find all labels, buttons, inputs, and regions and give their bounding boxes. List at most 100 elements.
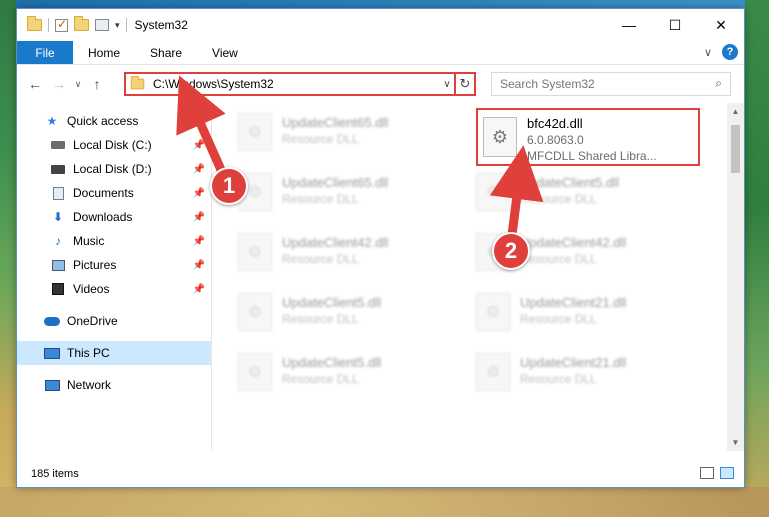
forward-button[interactable]: → — [47, 76, 71, 92]
file-name: bfc42d.dll — [527, 116, 583, 131]
videos-icon — [49, 282, 67, 296]
help-icon[interactable]: ? — [722, 44, 738, 60]
list-item[interactable]: ⚙ UpdateClient42.dll Resource DLL — [238, 229, 468, 281]
tab-file[interactable]: File — [17, 41, 73, 64]
file-name: UpdateClient5.dll — [282, 295, 382, 310]
scroll-up-icon[interactable]: ▲ — [727, 107, 744, 116]
list-item[interactable]: ⚙ UpdateClient5.dll Resource DLL — [476, 169, 706, 221]
new-folder-icon[interactable] — [74, 16, 89, 31]
sidebar-item-label: Music — [73, 234, 105, 248]
drive-icon — [49, 138, 67, 152]
view-toggle — [700, 467, 734, 479]
details-view-icon[interactable] — [700, 467, 714, 479]
file-name: UpdateClient65.dll — [282, 175, 389, 190]
file-description: MFCDLL Shared Libra... — [527, 149, 657, 163]
refresh-button[interactable]: ↻ — [454, 72, 476, 96]
file-type: Resource DLL — [520, 372, 597, 386]
sidebar-item-label: Network — [67, 378, 112, 392]
up-button[interactable]: ↑ — [85, 76, 109, 92]
pin-icon[interactable]: 📌 — [193, 212, 205, 223]
search-input[interactable]: Search System32 ⌕ — [491, 72, 731, 96]
pin-icon[interactable]: 📌 — [193, 284, 205, 295]
sidebar-item-documents[interactable]: Documents 📌 — [17, 181, 211, 205]
list-item[interactable]: ⚙ UpdateClient5.dll Resource DLL — [238, 289, 468, 341]
close-button[interactable]: ✕ — [698, 9, 744, 41]
item-count: 185 items — [31, 468, 79, 480]
tab-share[interactable]: Share — [135, 41, 197, 64]
list-item[interactable]: ⚙ UpdateClient21.dll Resource DLL — [476, 349, 706, 401]
window-title: System32 — [134, 18, 188, 32]
drive-icon — [49, 162, 67, 176]
pin-icon[interactable]: 📌 — [193, 260, 205, 271]
highlighted-file-bfc42d[interactable]: ⚙ bfc42d.dll 6.0.8063.0 MFCDLL Shared Li… — [476, 108, 700, 166]
address-path[interactable]: C:\Windows\System32 — [153, 77, 438, 91]
file-type: Resource DLL — [520, 312, 597, 326]
file-type: Resource DLL — [282, 132, 359, 146]
list-item[interactable]: ⚙ UpdateClient5.dll Resource DLL — [238, 349, 468, 401]
pin-icon[interactable]: 📌 — [193, 236, 205, 247]
vertical-scrollbar[interactable]: ▲ ▼ — [727, 103, 744, 451]
quick-access-toolbar: ▾ — [17, 16, 127, 32]
recent-locations-button[interactable]: ∨ — [71, 79, 85, 90]
dll-file-icon: ⚙ — [238, 293, 272, 331]
this-pc-icon — [43, 346, 61, 360]
desktop-background-right — [745, 0, 769, 517]
sidebar-item-downloads[interactable]: ⬇ Downloads 📌 — [17, 205, 211, 229]
status-bar: 185 items — [17, 461, 744, 487]
scrollbar-thumb[interactable] — [731, 125, 740, 173]
minimize-button[interactable]: — — [606, 9, 652, 41]
sidebar-item-quick-access[interactable]: ★ Quick access — [17, 109, 211, 133]
main-content: ★ Quick access Local Disk (C:) 📌 Local D… — [17, 103, 744, 451]
sidebar-item-pictures[interactable]: Pictures 📌 — [17, 253, 211, 277]
file-name: UpdateClient21.dll — [520, 355, 627, 370]
list-item[interactable]: ⚙ UpdateClient21.dll Resource DLL — [476, 289, 706, 341]
step-1-badge: 1 — [210, 167, 248, 205]
properties-check-icon[interactable] — [55, 17, 68, 32]
tab-view[interactable]: View — [197, 41, 253, 64]
documents-icon — [49, 186, 67, 200]
pin-icon[interactable]: 📌 — [193, 164, 205, 175]
sidebar-item-label: OneDrive — [67, 314, 118, 328]
file-type: Resource DLL — [520, 192, 597, 206]
dll-file-icon: ⚙ — [476, 293, 510, 331]
search-icon: ⌕ — [715, 76, 722, 90]
sidebar-item-label: Local Disk (C:) — [73, 138, 152, 152]
properties-icon[interactable] — [95, 19, 109, 31]
sidebar-item-music[interactable]: ♪ Music 📌 — [17, 229, 211, 253]
tab-home[interactable]: Home — [73, 41, 135, 64]
folder-icon — [130, 75, 145, 90]
pin-icon[interactable]: 📌 — [193, 140, 205, 151]
step-2-badge: 2 — [492, 232, 530, 270]
refresh-icon: ↻ — [459, 76, 471, 91]
file-list: ⚙ UpdateClient65.dll Resource DLL ⚙ Upda… — [212, 103, 744, 451]
file-name: UpdateClient42.dll — [282, 235, 389, 250]
sidebar-item-this-pc[interactable]: This PC — [17, 341, 211, 365]
file-name: UpdateClient65.dll — [282, 115, 389, 130]
file-type: Resource DLL — [282, 372, 359, 386]
sidebar-item-videos[interactable]: Videos 📌 — [17, 277, 211, 301]
expand-ribbon-button[interactable]: ∨ — [704, 46, 712, 59]
pin-icon[interactable]: 📌 — [193, 188, 205, 199]
file-name: UpdateClient42.dll — [520, 235, 627, 250]
sidebar-item-label: Quick access — [67, 114, 139, 128]
sidebar-item-label: Local Disk (D:) — [73, 162, 152, 176]
file-name: UpdateClient21.dll — [520, 295, 627, 310]
address-bar[interactable]: C:\Windows\System32 ∨ — [124, 72, 458, 96]
dll-file-icon: ⚙ — [238, 233, 272, 271]
maximize-button[interactable]: ☐ — [652, 9, 698, 41]
desktop-background-left — [0, 0, 16, 517]
customize-toolbar-dropdown[interactable]: ▾ — [115, 20, 120, 31]
large-icons-view-icon[interactable] — [720, 467, 734, 479]
list-item[interactable]: ⚙ UpdateClient65.dll Resource DLL — [238, 169, 468, 221]
sidebar-item-onedrive[interactable]: OneDrive — [17, 309, 211, 333]
scroll-down-icon[interactable]: ▼ — [727, 438, 744, 447]
title-bar: ▾ System32 — ☐ ✕ — [17, 9, 744, 41]
star-icon: ★ — [46, 114, 58, 128]
list-item[interactable]: ⚙ UpdateClient65.dll Resource DLL — [238, 109, 468, 161]
file-name: UpdateClient5.dll — [282, 355, 382, 370]
back-button[interactable]: ← — [23, 76, 47, 92]
sidebar-item-local-disk-d[interactable]: Local Disk (D:) 📌 — [17, 157, 211, 181]
sidebar-item-local-disk-c[interactable]: Local Disk (C:) 📌 — [17, 133, 211, 157]
dll-file-icon: ⚙ — [476, 353, 510, 391]
sidebar-item-network[interactable]: Network — [17, 373, 211, 397]
